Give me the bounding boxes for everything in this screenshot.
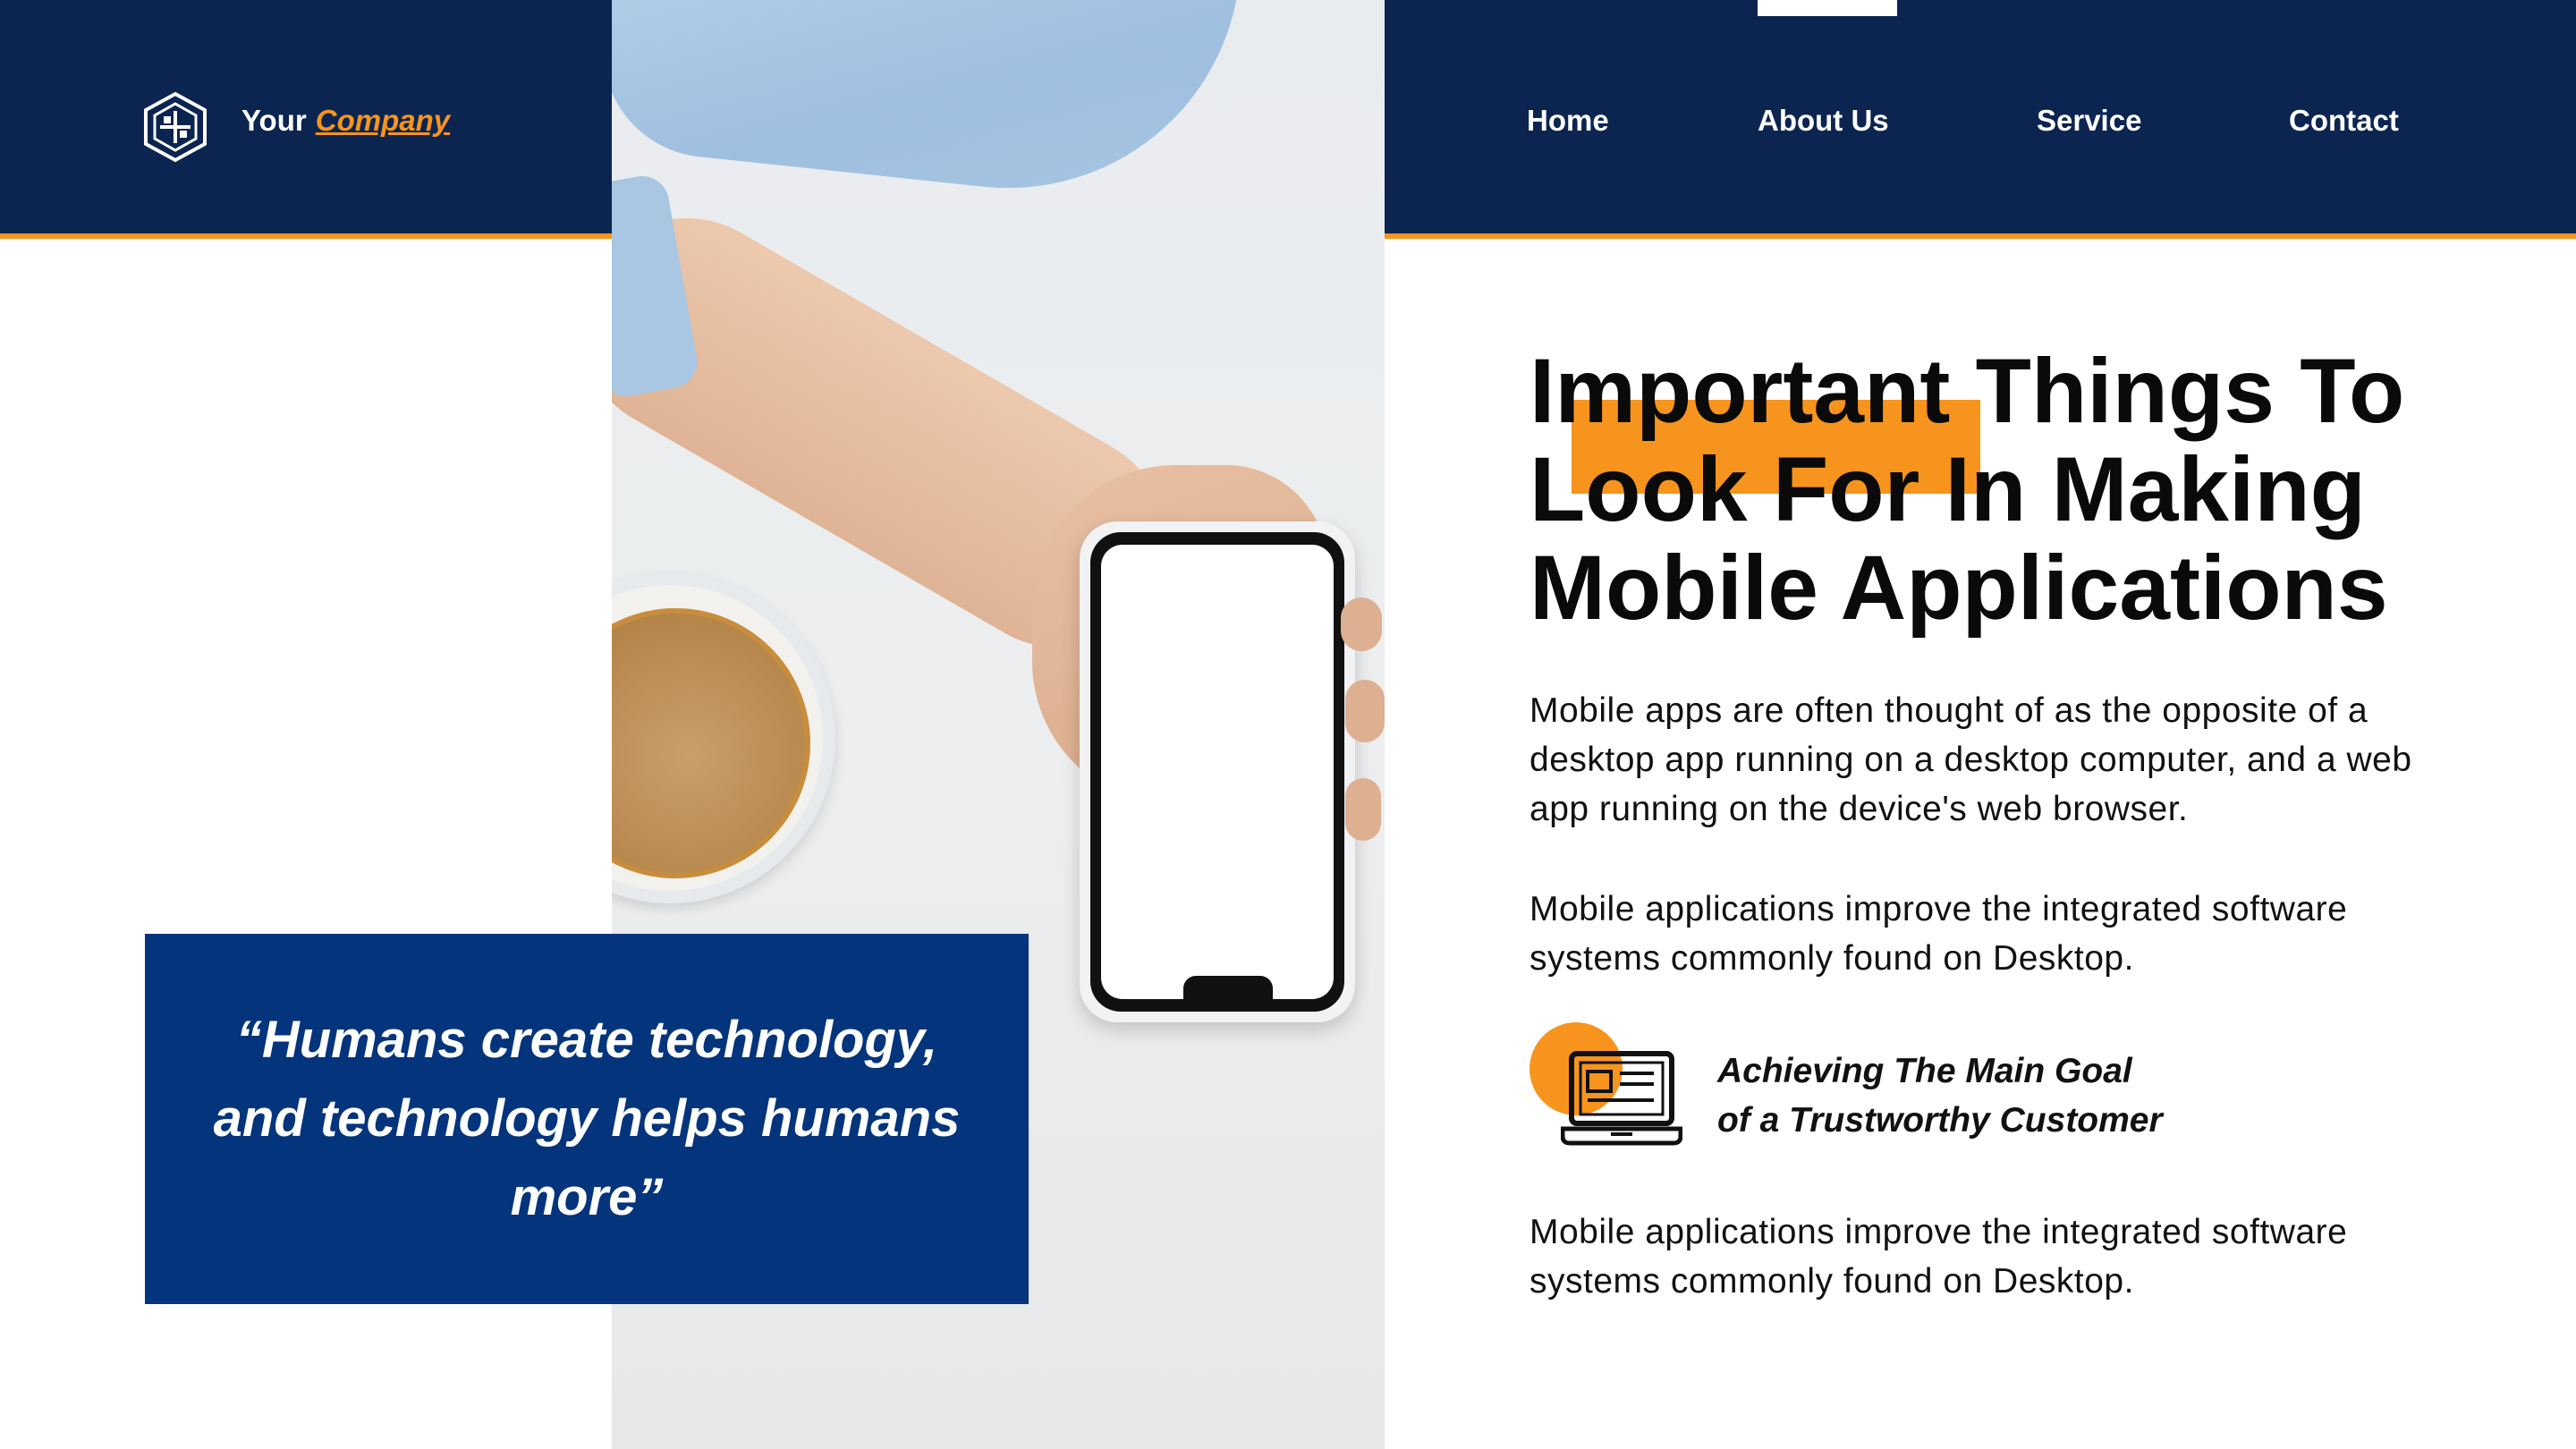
goal-line-1: Achieving The Main Goal — [1717, 1052, 2132, 1090]
nav-about-us[interactable]: About Us — [1758, 104, 1889, 138]
body-paragraph: Mobile applications improve the integrat… — [1530, 890, 2348, 978]
photo-finger — [1345, 778, 1381, 841]
photo-finger — [1341, 597, 1382, 651]
nav-service[interactable]: Service — [2037, 104, 2141, 138]
nav-active-indicator — [1758, 0, 1897, 16]
laptop-icon — [1561, 1051, 1682, 1146]
quote-text: “Humans create technology, and technolog… — [213, 1011, 961, 1226]
nav-home[interactable]: Home — [1527, 104, 1609, 138]
goal-text: Achieving The Main Goal of a Trustworthy… — [1717, 1046, 2163, 1145]
phone-screen — [1101, 545, 1334, 999]
brand-company-link[interactable]: Company — [316, 104, 450, 137]
phone-notch — [1183, 976, 1273, 999]
nav-contact[interactable]: Contact — [2289, 104, 2399, 138]
goal-line-2: of a Trustworthy Customer — [1717, 1101, 2163, 1140]
page-title: Important Things To Look For In Making M… — [1530, 340, 2405, 639]
photo-sleeve — [612, 0, 1240, 211]
photo-coffee-cup — [612, 572, 835, 903]
photo-phone — [1080, 521, 1355, 1022]
logo-icon[interactable] — [142, 91, 208, 163]
brand-name[interactable]: Your Company — [242, 104, 450, 138]
brand-prefix: Your — [242, 104, 307, 137]
intro-paragraph: Mobile apps are often thought of as the … — [1530, 691, 2412, 828]
phone-body — [1090, 532, 1344, 1012]
header-left-bar: Your Company — [0, 0, 612, 239]
closing-paragraph: Mobile applications improve the integrat… — [1530, 1213, 2348, 1301]
quote-box: “Humans create technology, and technolog… — [145, 934, 1029, 1304]
photo-finger — [1345, 680, 1385, 742]
